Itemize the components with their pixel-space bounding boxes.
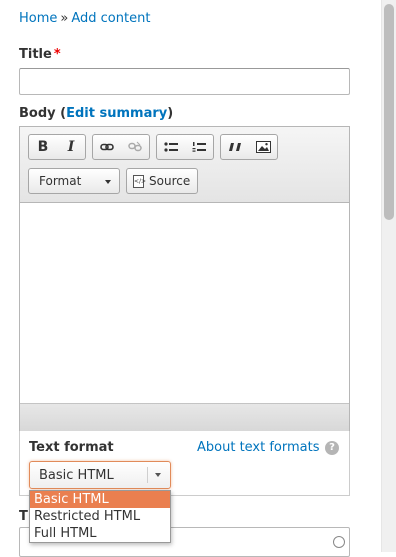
source-button[interactable]: </> Source: [126, 168, 198, 194]
dropdown-option-basic-html[interactable]: Basic HTML: [30, 491, 170, 508]
blockquote-icon: [229, 143, 241, 151]
text-format-selected: Basic HTML: [39, 468, 114, 483]
edit-summary-link[interactable]: Edit summary: [66, 106, 167, 121]
dropdown-option-full-html[interactable]: Full HTML: [30, 525, 170, 542]
required-marker: *: [53, 47, 61, 62]
image-icon: [255, 141, 271, 153]
title-input[interactable]: [19, 68, 350, 95]
toolbar-group-lists: [156, 134, 214, 160]
format-combo-label: Format: [39, 174, 82, 188]
image-button[interactable]: [249, 135, 277, 159]
editor-status-bar: [20, 403, 349, 431]
link-icon: [100, 143, 114, 151]
text-format-dropdown: Basic HTML Restricted HTML Full HTML: [29, 490, 171, 543]
numbered-list-button[interactable]: [185, 135, 213, 159]
about-text-formats-link[interactable]: About text formats: [197, 440, 320, 455]
chevron-down-icon: [155, 473, 161, 477]
bold-button[interactable]: B: [29, 135, 57, 159]
italic-icon: I: [67, 139, 75, 155]
editor-content-area[interactable]: [20, 203, 349, 403]
italic-button[interactable]: I: [57, 135, 85, 159]
source-button-label: Source: [149, 174, 191, 188]
bulleted-list-icon: [164, 142, 178, 152]
editor-toolbar: B I Format </> Source: [20, 127, 349, 203]
autocomplete-throbber-icon: [333, 536, 345, 548]
text-format-select[interactable]: Basic HTML: [29, 461, 171, 489]
unlink-button[interactable]: [121, 135, 149, 159]
rich-text-editor: B I Format </> Source: [19, 126, 350, 431]
bold-icon: B: [37, 139, 49, 155]
body-label-text: Body: [19, 106, 56, 121]
scrollbar-thumb[interactable]: [384, 4, 394, 220]
body-close-paren: ): [167, 106, 174, 121]
toolbar-group-media: [220, 134, 278, 160]
toolbar-group-basic: B I: [28, 134, 86, 160]
title-label-text: Title: [19, 47, 52, 62]
body-label: Body (Edit summary): [19, 106, 173, 121]
bulleted-list-button[interactable]: [157, 135, 185, 159]
unlink-icon: [128, 141, 142, 152]
numbered-list-icon: [192, 142, 206, 152]
link-button[interactable]: [93, 135, 121, 159]
select-divider: [147, 467, 148, 483]
breadcrumb-current-link[interactable]: Add content: [71, 11, 150, 26]
format-combo[interactable]: Format: [28, 168, 120, 194]
toolbar-group-links: [92, 134, 150, 160]
source-icon: </>: [133, 174, 146, 188]
blockquote-button[interactable]: [221, 135, 249, 159]
text-format-label: Text format: [29, 440, 114, 455]
chevron-down-icon: [105, 180, 111, 184]
dropdown-option-restricted-html[interactable]: Restricted HTML: [30, 508, 170, 525]
breadcrumb-separator: »: [60, 11, 69, 26]
breadcrumb-home-link[interactable]: Home: [19, 11, 57, 26]
breadcrumb: Home» Add content: [19, 11, 150, 26]
next-field-label: T: [19, 509, 28, 524]
title-label: Title *: [19, 47, 61, 62]
help-icon[interactable]: ?: [325, 441, 339, 455]
